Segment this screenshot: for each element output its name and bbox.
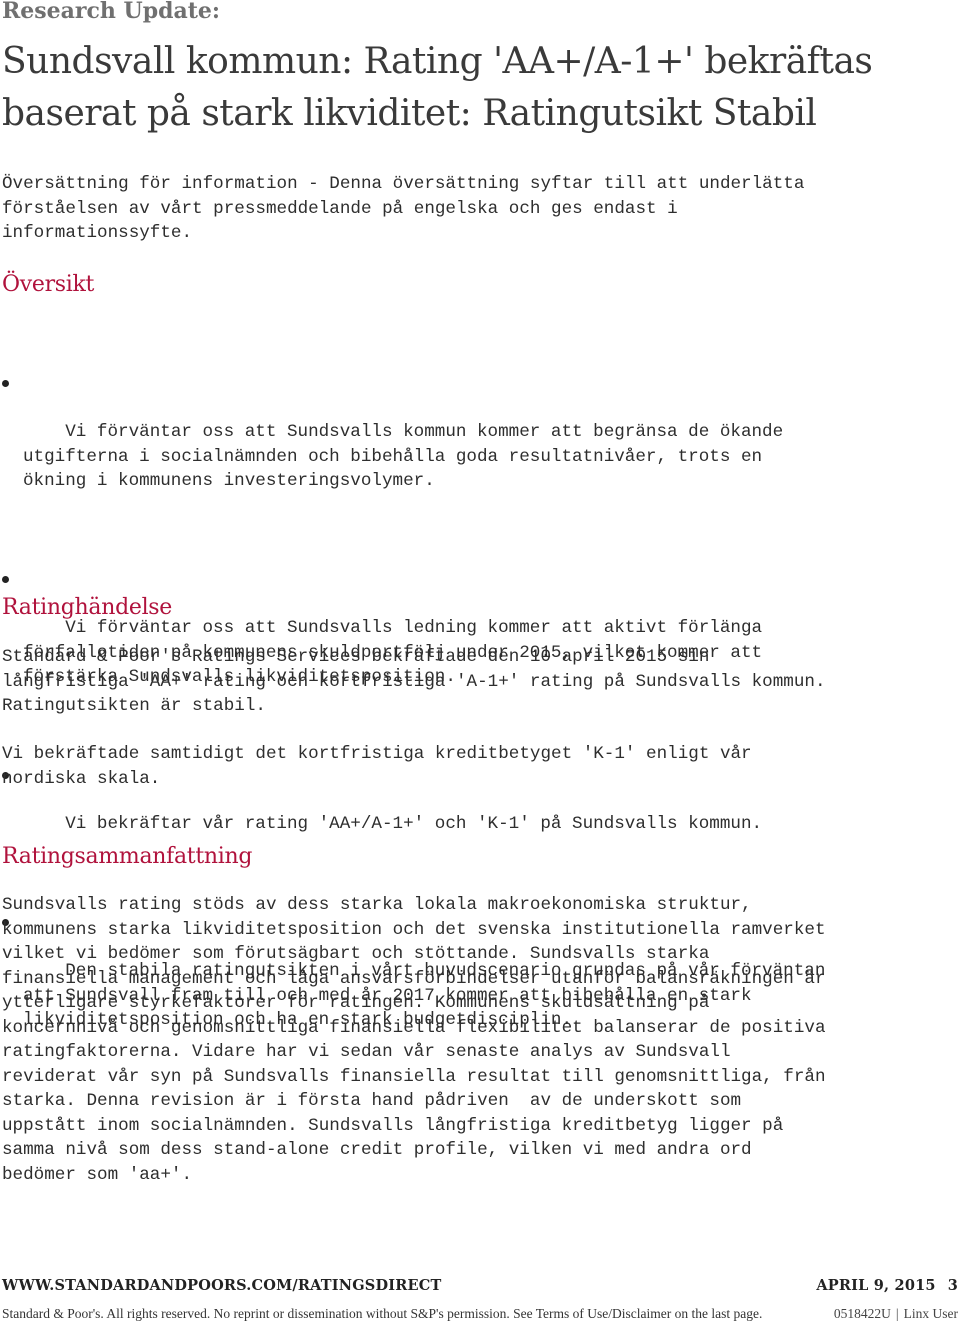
rating-action-paragraph: Vi bekräftade samtidigt det kortfristiga… bbox=[2, 744, 752, 789]
page-number: 3 bbox=[947, 1277, 958, 1294]
section-heading-rating-action: Ratinghändelse bbox=[2, 595, 173, 620]
footer-date-page: APRIL 9, 2015 3 bbox=[816, 1277, 958, 1294]
bullet-icon bbox=[2, 576, 9, 583]
publication-date: APRIL 9, 2015 bbox=[816, 1277, 936, 1294]
bullet-text: Vi förväntar oss att Sundsvalls kommun k… bbox=[23, 422, 784, 491]
bullet-text: Vi bekräftar vår rating 'AA+/A-1+' och '… bbox=[65, 814, 763, 834]
section-heading-overview: Översikt bbox=[2, 272, 95, 297]
list-item: Vi förväntar oss att Sundsvalls kommun k… bbox=[0, 371, 960, 518]
user-name: Linx User bbox=[903, 1306, 958, 1321]
rating-action-paragraph: Standard & Poor's Ratings Services bekrä… bbox=[2, 647, 826, 716]
ratingsdirect-link[interactable]: WWW.STANDARDANDPOORS.COM/RATINGSDIRECT bbox=[2, 1277, 441, 1294]
separator: | bbox=[895, 1306, 899, 1321]
copyright-disclaimer: Standard & Poor's. All rights reserved. … bbox=[2, 1306, 763, 1321]
rationale-paragraph: Sundsvalls rating stöds av dess starka l… bbox=[2, 895, 826, 1185]
page-title: Sundsvall kommun: Rating 'AA+/A-1+' bekr… bbox=[2, 41, 873, 134]
doc-id: 0518422U bbox=[833, 1306, 891, 1321]
section-heading-rationale: Ratingsammanfattning bbox=[2, 844, 253, 869]
document-id: 0518422U | Linx User bbox=[834, 1306, 958, 1322]
report-type-kicker: Research Update: bbox=[2, 0, 221, 24]
bullet-icon bbox=[2, 380, 9, 387]
translation-notice: Översättning för information - Denna öve… bbox=[2, 174, 805, 243]
